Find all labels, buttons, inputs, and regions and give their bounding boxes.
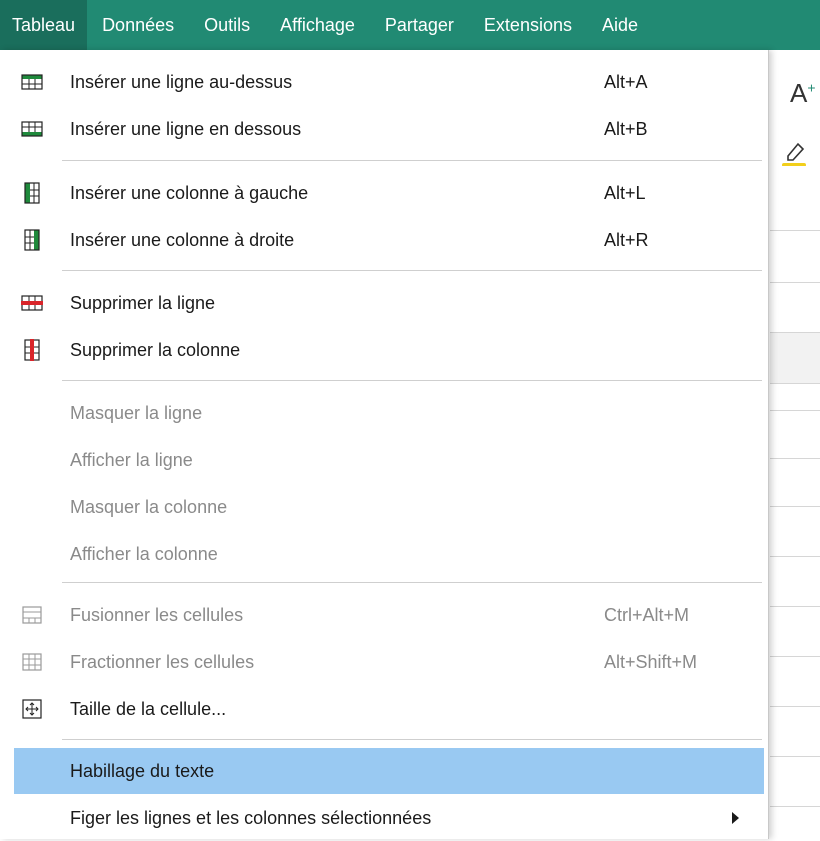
delete-row-item[interactable]: Supprimer la ligne bbox=[14, 280, 764, 326]
font-grow-sup: + bbox=[807, 79, 816, 96]
menu-aide[interactable]: Aide bbox=[587, 0, 653, 50]
show-column-item[interactable]: Afficher la colonne bbox=[14, 531, 764, 577]
menu-item-label: Insérer une colonne à gauche bbox=[70, 182, 309, 203]
cell-size-icon bbox=[20, 697, 44, 721]
hide-row-item[interactable]: Masquer la ligne bbox=[14, 390, 764, 436]
menu-item-label: Taille de la cellule... bbox=[70, 698, 227, 719]
menu-separator bbox=[62, 270, 762, 271]
hide-column-item[interactable]: Masquer la colonne bbox=[14, 484, 764, 530]
increase-font-size-button[interactable]: A+ bbox=[790, 78, 816, 109]
menu-item-label: Fusionner les cellules bbox=[70, 604, 244, 625]
menu-item-label: Habillage du texte bbox=[70, 760, 215, 781]
menu-tableau[interactable]: Tableau bbox=[0, 0, 88, 50]
menu-item-shortcut: Alt+R bbox=[604, 229, 649, 250]
menu-item-shortcut: Alt+L bbox=[604, 182, 646, 203]
menu-item-label: Fractionner les cellules bbox=[70, 651, 255, 672]
menu-item-label: Insérer une ligne en dessous bbox=[70, 118, 302, 139]
insert-column-left-item[interactable]: Insérer une colonne à gauche Alt+L bbox=[14, 170, 764, 216]
menu-item-shortcut: Alt+B bbox=[604, 118, 648, 139]
menu-item-label: Afficher la ligne bbox=[70, 449, 193, 470]
split-cells-icon bbox=[20, 650, 44, 674]
delete-column-item[interactable]: Supprimer la colonne bbox=[14, 327, 764, 373]
menubar: Tableau Données Outils Affichage Partage… bbox=[0, 0, 820, 50]
menu-donnees[interactable]: Données bbox=[87, 0, 189, 50]
menu-outils[interactable]: Outils bbox=[189, 0, 265, 50]
menu-item-label: Insérer une ligne au-dessus bbox=[70, 71, 293, 92]
menu-item-label: Afficher la colonne bbox=[70, 543, 218, 564]
text-wrap-item[interactable]: Habillage du texte bbox=[14, 748, 764, 794]
insert-row-above-item[interactable]: Insérer une ligne au-dessus Alt+A bbox=[14, 59, 764, 105]
delete-column-icon bbox=[20, 338, 44, 362]
split-cells-item[interactable]: Fractionner les cellules Alt+Shift+M bbox=[14, 639, 764, 685]
sheet-row-line bbox=[770, 806, 820, 807]
insert-column-right-item[interactable]: Insérer une colonne à droite Alt+R bbox=[14, 217, 764, 263]
menu-partager[interactable]: Partager bbox=[370, 0, 469, 50]
menu-separator bbox=[62, 582, 762, 583]
menu-affichage[interactable]: Affichage bbox=[265, 0, 370, 50]
sheet-row-line bbox=[770, 756, 820, 757]
tableau-dropdown-menu: Insérer une ligne au-dessus Alt+A Insére… bbox=[0, 50, 769, 839]
merge-cells-item[interactable]: Fusionner les cellules Ctrl+Alt+M bbox=[14, 592, 764, 638]
sheet-row-line bbox=[770, 458, 820, 459]
sheet-row-line bbox=[770, 410, 820, 411]
sheet-selected-row bbox=[770, 332, 820, 384]
menu-separator bbox=[62, 160, 762, 161]
menu-item-shortcut: Ctrl+Alt+M bbox=[604, 604, 690, 625]
sheet-row-line bbox=[770, 706, 820, 707]
delete-row-icon bbox=[20, 291, 44, 315]
insert-column-left-icon bbox=[20, 181, 44, 205]
menu-extensions[interactable]: Extensions bbox=[469, 0, 587, 50]
sheet-row-line bbox=[770, 656, 820, 657]
insert-row-above-icon bbox=[20, 70, 44, 94]
insert-row-below-icon bbox=[20, 117, 44, 141]
menu-item-label: Masquer la colonne bbox=[70, 496, 228, 517]
menu-separator bbox=[62, 380, 762, 381]
menu-separator bbox=[62, 739, 762, 740]
sheet-row-line bbox=[770, 506, 820, 507]
cell-size-item[interactable]: Taille de la cellule... bbox=[14, 686, 764, 732]
highlighter-icon[interactable] bbox=[782, 138, 810, 166]
document-background: A+ bbox=[770, 50, 820, 839]
menu-item-label: Supprimer la ligne bbox=[70, 292, 216, 313]
menu-item-shortcut: Alt+Shift+M bbox=[604, 651, 698, 672]
show-row-item[interactable]: Afficher la ligne bbox=[14, 437, 764, 483]
menu-item-label: Masquer la ligne bbox=[70, 402, 203, 423]
menu-item-shortcut: Alt+A bbox=[604, 71, 648, 92]
sheet-row-line bbox=[770, 606, 820, 607]
insert-row-below-item[interactable]: Insérer une ligne en dessous Alt+B bbox=[14, 106, 764, 152]
sheet-row-line bbox=[770, 556, 820, 557]
submenu-arrow-icon bbox=[732, 812, 739, 824]
insert-column-right-icon bbox=[20, 228, 44, 252]
menu-item-label: Insérer une colonne à droite bbox=[70, 229, 295, 250]
menu-item-label: Supprimer la colonne bbox=[70, 339, 241, 360]
sheet-row-line bbox=[770, 230, 820, 231]
sheet-row-line bbox=[770, 282, 820, 283]
font-grow-label: A bbox=[790, 78, 808, 108]
merge-cells-icon bbox=[20, 603, 44, 627]
freeze-rows-columns-item[interactable]: Figer les lignes et les colonnes sélecti… bbox=[14, 795, 764, 841]
menu-item-label: Figer les lignes et les colonnes sélecti… bbox=[70, 807, 432, 828]
